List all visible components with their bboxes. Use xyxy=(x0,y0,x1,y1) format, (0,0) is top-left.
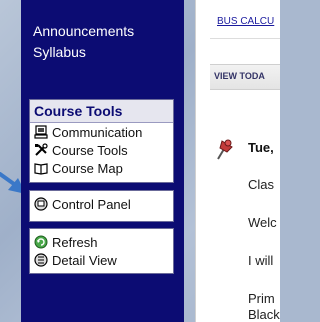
pushpin-icon xyxy=(217,139,233,160)
detail-view-label: Detail View xyxy=(52,252,117,268)
nav-link-syllabus[interactable]: Syllabus xyxy=(33,43,86,61)
refresh-label: Refresh xyxy=(52,234,98,250)
tool-item-course-map[interactable]: Course Map xyxy=(30,159,173,177)
breadcrumb-link[interactable]: BUS CALCU xyxy=(217,16,274,27)
computer-icon xyxy=(34,125,48,139)
nav-link-announcements[interactable]: Announcements xyxy=(33,22,134,40)
actions-panel: Refresh Detail View xyxy=(29,228,174,274)
tool-item-communication[interactable]: Communication xyxy=(30,123,173,141)
refresh-icon xyxy=(34,235,48,249)
course-tools-panel: Course Tools Communication Course Tools xyxy=(29,99,174,183)
tab-view-today[interactable]: VIEW TODA xyxy=(214,71,265,81)
control-panel-label: Control Panel xyxy=(52,196,131,212)
sidebar: Announcements Syllabus Course Tools Comm… xyxy=(21,0,184,322)
detail-view-icon xyxy=(34,253,48,267)
divider xyxy=(210,38,280,39)
announcement-line: Prim xyxy=(248,291,275,306)
announcement-date: Tue, xyxy=(248,140,274,155)
tool-item-label: Communication xyxy=(52,124,143,140)
control-panel-box: Control Panel xyxy=(29,190,174,222)
course-tools-title: Course Tools xyxy=(30,100,173,123)
tools-icon xyxy=(35,143,48,156)
announcement-line: Welc xyxy=(248,215,277,230)
announcement-line: I will xyxy=(248,253,274,268)
tool-item-label: Course Map xyxy=(52,160,123,176)
main-content: BUS CALCU VIEW TODA Tue, Clas Welc I wil… xyxy=(195,0,280,322)
refresh-button[interactable]: Refresh xyxy=(30,233,173,251)
detail-view-button[interactable]: Detail View xyxy=(30,251,173,269)
announcement-line: Clas xyxy=(248,177,275,192)
control-panel-icon xyxy=(34,197,48,211)
map-book-icon xyxy=(34,163,48,175)
announcement-line: Black xyxy=(248,307,280,322)
tool-item-label: Course Tools xyxy=(52,142,128,158)
tool-item-course-tools[interactable]: Course Tools xyxy=(30,141,173,159)
control-panel-link[interactable]: Control Panel xyxy=(30,195,173,213)
